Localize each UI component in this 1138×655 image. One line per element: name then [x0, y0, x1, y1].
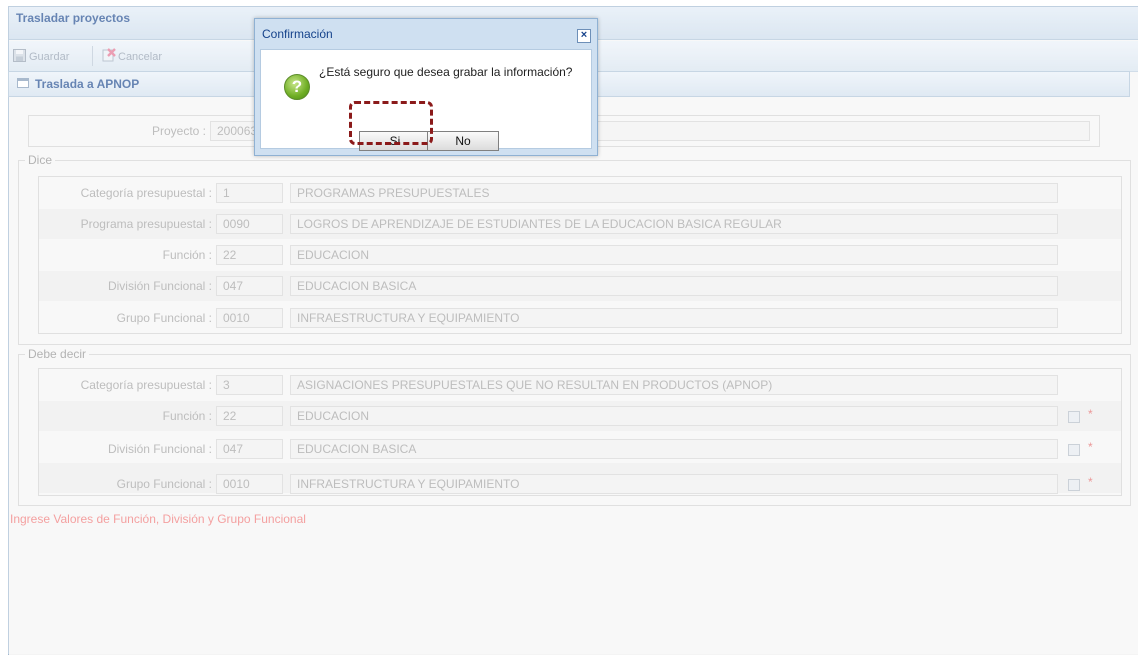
no-button[interactable]: No [427, 131, 499, 151]
close-icon[interactable]: × [577, 29, 591, 43]
dialog-message: ¿Está seguro que desea grabar la informa… [319, 65, 573, 79]
question-icon: ? [284, 74, 310, 100]
dialog-title: Confirmación [262, 27, 333, 41]
yes-button-highlight [349, 101, 433, 145]
